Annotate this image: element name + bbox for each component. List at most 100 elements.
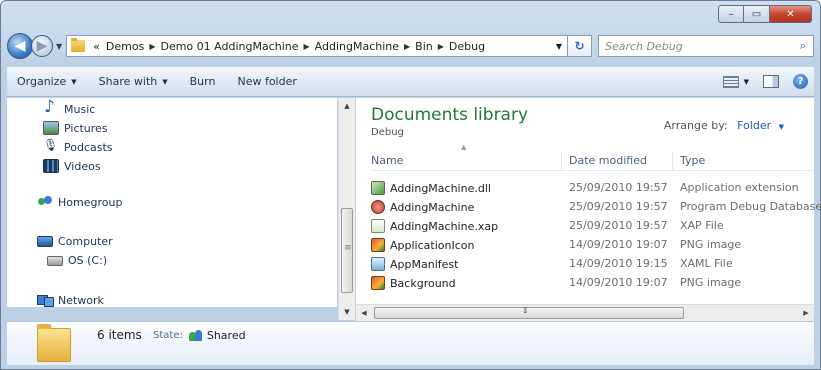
back-button[interactable]: ◀ [7,33,33,59]
search-input[interactable]: Search Debug ⌕ [598,35,814,57]
breadcrumb-separator-icon[interactable]: ▶ [147,42,157,51]
file-name: AddingMachine [390,200,475,214]
nav-item-label: Podcasts [64,140,113,154]
chevron-down-icon: ▼ [743,77,749,86]
library-title: Documents library [371,105,529,125]
column-divider[interactable] [561,151,562,171]
state-label: State: [153,330,183,341]
file-name-cell: AddingMachine.xap [371,219,498,233]
file-list-pane: Documents library Debug Arrange by: Fold… [356,98,821,307]
item-count: 6 items [97,328,142,342]
address-bar[interactable]: « Demos ▶ Demo 01 AddingMachine ▶ Adding… [66,35,568,57]
breadcrumb-separator-icon[interactable]: ▶ [302,42,312,51]
breadcrumb-item[interactable]: Demos [103,40,147,53]
navigation-bar: ◀ ▶ ▼ « Demos ▶ Demo 01 AddingMachine ▶ … [7,33,814,59]
nav-item-network[interactable]: Network [37,293,104,307]
xap-file-icon [371,219,385,233]
nav-item-pictures[interactable]: Pictures [43,121,108,135]
navigation-pane: Music Pictures Podcasts Videos Homegroup… [7,98,337,307]
nav-item-label: Videos [64,159,101,173]
new-folder-button[interactable]: New folder [237,75,296,88]
file-date: 14/09/2010 19:07 [569,276,668,289]
arrange-by-dropdown[interactable]: Folder [737,119,771,132]
breadcrumb-separator-icon[interactable]: ▶ [436,42,446,51]
shared-users-icon [188,329,203,342]
file-row[interactable]: ApplicationIcon 14/09/2010 19:07 PNG ima… [371,236,814,255]
breadcrumb-separator-icon[interactable]: ▶ [402,42,412,51]
column-header-type[interactable]: Type [680,154,705,167]
column-header-row: ▲ Name Date modified Type [371,143,814,171]
scrollbar-thumb[interactable] [374,306,684,319]
scroll-down-icon[interactable]: ▼ [339,304,355,320]
nav-item-computer[interactable]: Computer [37,235,113,248]
nav-item-podcasts[interactable]: Podcasts [43,138,113,154]
file-type: XAP File [680,219,724,232]
file-type: Program Debug Database [680,200,821,213]
nav-item-os-drive[interactable]: OS (C:) [47,254,107,267]
change-view-button[interactable]: ▼ [722,75,749,88]
file-name-cell: ApplicationIcon [371,238,474,252]
forward-button[interactable]: ▶ [31,35,53,57]
arrange-by-label: Arrange by: [663,119,728,132]
refresh-button[interactable]: ↻ [568,35,592,57]
png-file-icon [371,276,385,290]
scrollbar-thumb[interactable] [341,208,353,293]
preview-pane-icon[interactable] [763,75,779,88]
file-name: AppManifest [390,257,459,271]
column-divider[interactable] [672,151,673,171]
nav-item-label: Music [64,102,96,116]
nav-item-homegroup[interactable]: Homegroup [37,195,122,209]
chevron-down-icon: ▼ [162,77,168,86]
scroll-left-icon[interactable]: ◀ [356,305,372,321]
file-row[interactable]: Background 14/09/2010 19:07 PNG image [371,274,814,293]
nav-item-label: Network [58,293,104,307]
file-name: ApplicationIcon [390,238,475,252]
navigation-pane-scrollbar[interactable]: ▲ ▼ [338,98,355,320]
share-with-label: Share with [98,75,158,88]
address-dropdown-icon[interactable]: ▼ [551,42,567,51]
column-header-date[interactable]: Date modified [569,154,647,167]
minimize-button[interactable]: – [718,5,744,23]
computer-icon [37,236,53,247]
file-name-cell: AddingMachine.dll [371,181,491,195]
burn-button[interactable]: Burn [190,75,216,88]
nav-item-label: Pictures [64,121,108,135]
breadcrumb-overflow[interactable]: « [90,40,103,53]
nav-item-videos[interactable]: Videos [43,159,101,173]
file-row[interactable]: AddingMachine 25/09/2010 19:57 Program D… [371,198,821,217]
file-list-scrollbar[interactable]: ◀ ▶ [356,304,814,321]
file-row[interactable]: AddingMachine.xap 25/09/2010 19:57 XAP F… [371,217,814,236]
recent-pages-dropdown[interactable]: ▼ [56,42,62,51]
help-icon[interactable]: ? [793,74,808,89]
search-icon[interactable]: ⌕ [793,39,813,53]
file-date: 14/09/2010 19:15 [569,257,668,270]
dll-file-icon [371,181,385,195]
search-placeholder: Search Debug [605,39,683,53]
videos-icon [43,159,59,173]
organize-menu[interactable]: Organize ▼ [17,75,77,88]
file-name-cell: AppManifest [371,257,458,271]
details-pane: 6 items State: Shared [7,321,814,365]
maximize-button[interactable]: ▭ [744,5,770,23]
file-name: AddingMachine.xap [390,219,499,233]
drive-icon [47,255,63,266]
nav-item-label: Homegroup [58,195,123,209]
breadcrumb-item[interactable]: AddingMachine [312,40,402,53]
scroll-up-icon[interactable]: ▲ [339,98,355,114]
folder-icon [71,38,86,52]
file-type: XAML File [680,257,733,270]
breadcrumb-item[interactable]: Debug [446,40,488,53]
breadcrumb-item[interactable]: Demo 01 AddingMachine [157,40,301,53]
column-header-name[interactable]: Name [371,154,403,167]
sort-ascending-icon: ▲ [461,143,467,151]
scroll-right-icon[interactable]: ▶ [798,305,814,321]
share-with-menu[interactable]: Share with ▼ [99,75,168,88]
nav-item-music[interactable]: Music [43,98,96,117]
pdb-file-icon [371,200,385,214]
file-row[interactable]: AddingMachine.dll 25/09/2010 19:57 Appli… [371,179,814,198]
chevron-down-icon[interactable]: ▼ [779,123,784,131]
music-icon [43,98,59,117]
file-row[interactable]: AppManifest 14/09/2010 19:15 XAML File [371,255,814,274]
close-button[interactable]: ✕ [770,5,812,23]
breadcrumb-item[interactable]: Bin [412,40,436,53]
